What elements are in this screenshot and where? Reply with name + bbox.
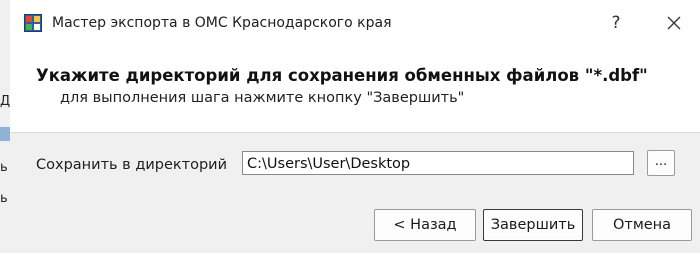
page-subtitle: для выполнения шага нажмите кнопку "Заве… [60,90,465,106]
directory-input[interactable] [242,151,634,175]
background-selection-fragment [0,127,10,141]
app-icon [24,14,42,32]
help-button[interactable]: ? [604,11,628,35]
window-title: Мастер экспорта в ОМС Краснодарского кра… [52,15,392,31]
close-button[interactable] [662,11,686,35]
export-wizard-dialog: Мастер экспорта в ОМС Краснодарского кра… [10,0,700,253]
background-text-fragment: Д [0,94,11,109]
directory-label: Сохранить в директорий [36,157,228,173]
close-icon [667,16,681,30]
title-bar[interactable]: Мастер экспорта в ОМС Краснодарского кра… [10,0,700,46]
back-button[interactable]: < Назад [374,209,476,241]
wizard-body: Сохранить в директорий ... < Назад Завер… [10,133,700,253]
background-text-fragment: ь [0,191,8,206]
background-text-fragment: ь [0,160,8,175]
page-title: Укажите директорий для сохранения обменн… [36,66,648,85]
browse-button[interactable]: ... [647,150,675,176]
finish-button[interactable]: Завершить [483,209,583,241]
cancel-button[interactable]: Отмена [592,209,692,241]
wizard-header: Укажите директорий для сохранения обменн… [10,46,700,132]
